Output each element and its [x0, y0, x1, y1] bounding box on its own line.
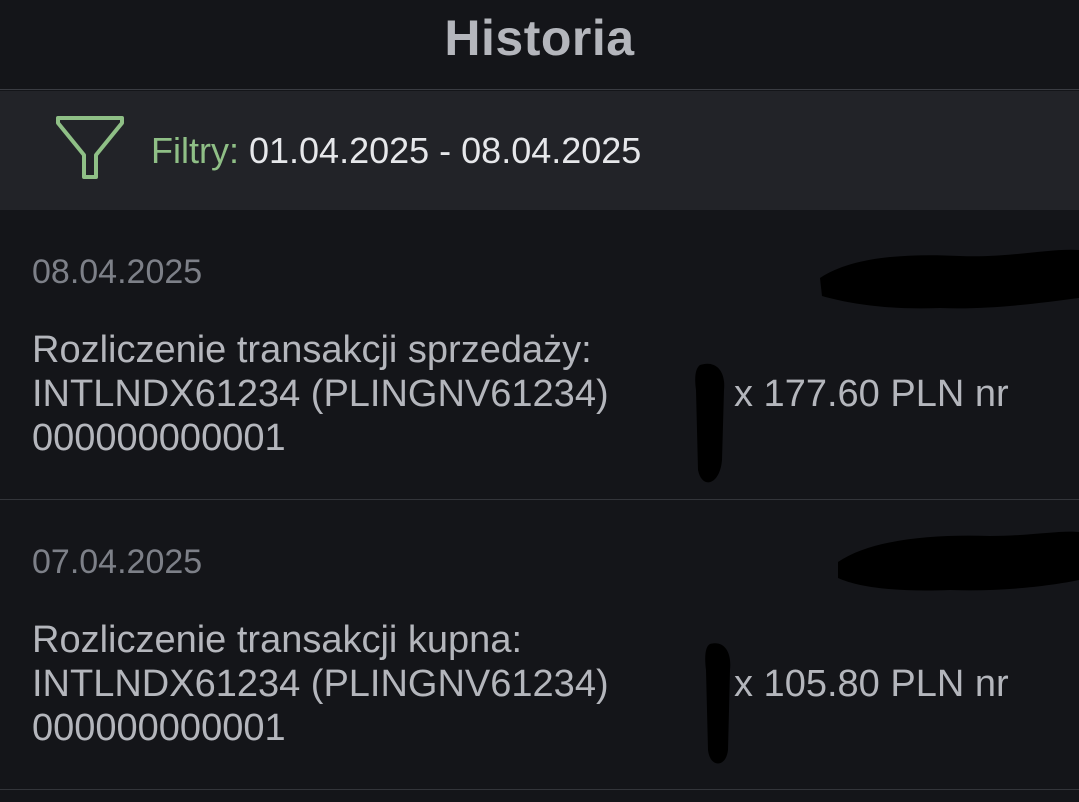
- filter-summary[interactable]: Filtry: 01.04.2025 - 08.04.2025: [151, 131, 641, 171]
- history-list: 08.04.2025 Rozliczenie transakcji sprzed…: [0, 210, 1079, 790]
- history-item-date: 07.04.2025: [32, 543, 203, 581]
- history-item-title: Rozliczenie transakcji kupna:: [32, 619, 523, 661]
- redaction-scribble: [820, 249, 1079, 309]
- redaction-scribble: [695, 363, 725, 483]
- history-item-description: Rozliczenie transakcji sprzedaży: INTLND…: [32, 328, 609, 460]
- history-item-number: 000000000001: [32, 707, 286, 749]
- app-header: Historia: [0, 0, 1079, 90]
- redaction-scribble: [705, 643, 731, 764]
- filter-date-range: 01.04.2025 - 08.04.2025: [238, 130, 642, 171]
- history-item-date: 08.04.2025: [32, 253, 203, 291]
- history-item-amount: x 177.60 PLN nr: [734, 373, 1009, 415]
- page-title: Historia: [444, 9, 635, 66]
- history-item-amount: x 105.80 PLN nr: [734, 663, 1009, 705]
- filter-bar[interactable]: Filtry: 01.04.2025 - 08.04.2025: [0, 91, 1079, 210]
- history-item[interactable]: 08.04.2025 Rozliczenie transakcji sprzed…: [0, 210, 1079, 500]
- history-item-description: Rozliczenie transakcji kupna: INTLNDX612…: [32, 618, 609, 750]
- history-item[interactable]: 07.04.2025 Rozliczenie transakcji kupna:…: [0, 500, 1079, 790]
- history-screen: Historia Filtry: 01.04.2025 - 08.04.2025…: [0, 0, 1079, 802]
- history-item-instrument: INTLNDX61234 (PLINGNV61234): [32, 663, 609, 705]
- filter-funnel-icon[interactable]: [54, 113, 126, 183]
- redaction-scribble: [838, 531, 1079, 591]
- history-item-instrument: INTLNDX61234 (PLINGNV61234): [32, 373, 609, 415]
- filter-label: Filtry:: [151, 130, 239, 171]
- history-item-title: Rozliczenie transakcji sprzedaży:: [32, 329, 592, 371]
- history-item-number: 000000000001: [32, 417, 286, 459]
